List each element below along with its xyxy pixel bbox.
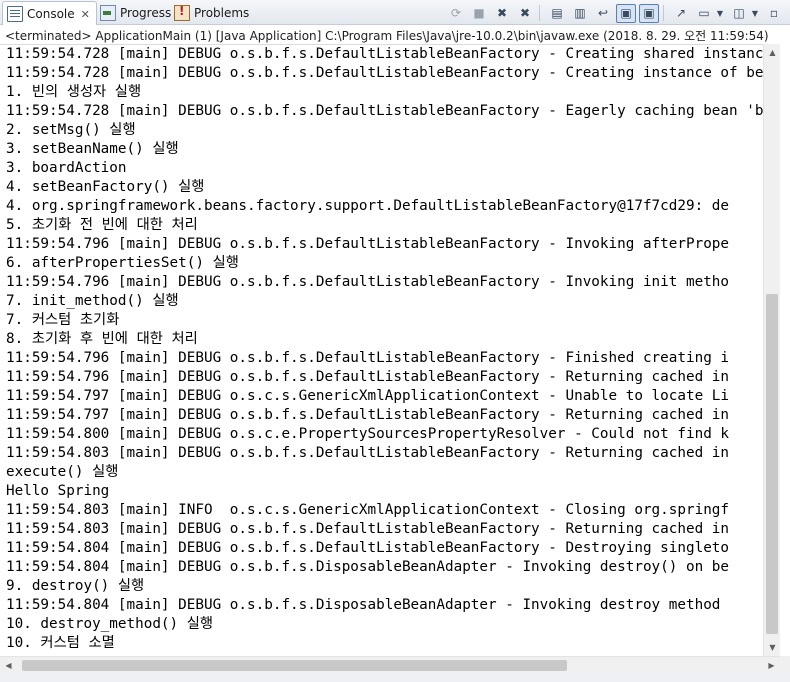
remove-all-icon[interactable]: ✖: [515, 4, 535, 23]
console-line: 11:59:54.796 [main] DEBUG o.s.b.f.s.Defa…: [6, 274, 730, 290]
console-line: 11:59:54.803 [main] DEBUG o.s.b.f.s.Defa…: [6, 521, 730, 537]
console-line: 11:59:54.728 [main] DEBUG o.s.b.f.s.Defa…: [6, 65, 763, 81]
console-line: 3. boardAction: [6, 160, 127, 176]
tab-console-label: Console: [27, 7, 75, 21]
console-line: 7. init_method() 실행: [6, 293, 179, 309]
horizontal-scrollbar[interactable]: ◀ ▶: [0, 656, 780, 673]
console-line: 11:59:54.804 [main] DEBUG o.s.b.f.s.Defa…: [6, 540, 730, 556]
console-line: 5. 초기화 전 빈에 대한 처리: [6, 217, 198, 233]
console-line: 11:59:54.803 [main] DEBUG o.s.b.f.s.Defa…: [6, 445, 730, 461]
console-line: 11:59:54.804 [main] DEBUG o.s.b.f.s.Disp…: [6, 559, 730, 575]
console-line: Hello Spring: [6, 483, 110, 499]
display-console-icon[interactable]: ▭: [694, 4, 714, 23]
console-line: 7. 커스텀 초기화: [6, 312, 120, 328]
console-line: 3. setBeanName() 실행: [6, 141, 179, 157]
console-line: 11:59:54.728 [main] DEBUG o.s.b.f.s.Defa…: [6, 103, 763, 119]
console-line: 4. org.springframework.beans.factory.sup…: [6, 198, 730, 214]
console-line: 11:59:54.796 [main] DEBUG o.s.b.f.s.Defa…: [6, 369, 730, 385]
console-line: 10. 커스텀 소멸: [6, 635, 115, 651]
show-on-stderr-icon[interactable]: ▣: [639, 3, 659, 23]
console-line: 11:59:54.800 [main] DEBUG o.s.c.e.Proper…: [6, 426, 730, 442]
console-line: 11:59:54.803 [main] INFO o.s.c.s.Generic…: [6, 502, 730, 518]
horizontal-scroll-thumb[interactable]: [22, 660, 567, 671]
view-tab-bar: Console ✕ Progress Problems ⟳ ■ ✖ ✖ ▤ ▥ …: [0, 0, 790, 26]
console-line: 1. 빈의 생성자 실행: [6, 84, 142, 100]
process-status-line: <terminated> ApplicationMain (1) [Java A…: [0, 25, 790, 44]
terminate-icon[interactable]: ■: [469, 4, 489, 23]
scroll-up-icon[interactable]: ▲: [764, 44, 781, 61]
tab-problems[interactable]: Problems: [170, 1, 255, 25]
clear-console-icon[interactable]: ▤: [547, 4, 567, 23]
console-line: execute() 실행: [6, 464, 119, 480]
show-on-stdout-icon[interactable]: ▣: [616, 3, 636, 23]
scroll-right-icon[interactable]: ▶: [763, 657, 780, 674]
console-line: 6. afterPropertiesSet() 실행: [6, 255, 239, 271]
remove-launch-icon[interactable]: ⟳: [446, 4, 466, 23]
console-line: 2. setMsg() 실행: [6, 122, 136, 138]
console-line: 10. destroy_method() 실행: [6, 616, 214, 632]
console-line: 9. destroy() 실행: [6, 578, 145, 594]
close-icon[interactable]: ✕: [81, 8, 90, 21]
tab-progress[interactable]: Progress: [96, 1, 177, 25]
word-wrap-icon[interactable]: ↩: [593, 4, 613, 23]
console-toolbar: ⟳ ■ ✖ ✖ ▤ ▥ ↩ ▣ ▣ ↗ ▭ ▼ ◫ ▼ ▫: [443, 3, 784, 23]
console-line: 11:59:54.797 [main] DEBUG o.s.b.f.s.Defa…: [6, 407, 730, 423]
pin-console-icon[interactable]: ↗: [671, 4, 691, 23]
scrollbar-corner: [780, 656, 790, 673]
open-console-icon[interactable]: ◫: [729, 4, 749, 23]
console-line: 11:59:54.797 [main] DEBUG o.s.c.s.Generi…: [6, 388, 730, 404]
console-line: 11:59:54.804 [main] DEBUG o.s.b.f.s.Disp…: [6, 597, 721, 613]
scroll-left-icon[interactable]: ◀: [0, 657, 17, 674]
remove-all-terminated-icon[interactable]: ✖: [492, 4, 512, 23]
console-line: 4. setBeanFactory() 실행: [6, 179, 205, 195]
chevron-down-icon[interactable]: ▼: [714, 4, 726, 23]
console-line: 11:59:54.796 [main] DEBUG o.s.b.f.s.Defa…: [6, 350, 730, 366]
console-line: 11:59:54.796 [main] DEBUG o.s.b.f.s.Defa…: [6, 236, 730, 252]
chevron-down-icon[interactable]: ▼: [749, 4, 761, 23]
vertical-scrollbar[interactable]: ▲ ▼: [763, 44, 780, 656]
minimize-icon[interactable]: ▫: [764, 4, 784, 23]
vertical-scroll-thumb[interactable]: [766, 294, 778, 634]
console-line: 8. 초기화 후 빈에 대한 처리: [6, 331, 198, 347]
console-output[interactable]: 11:59:54.728 [main] DEBUG o.s.b.f.s.Defa…: [0, 44, 763, 656]
problems-icon: [174, 4, 190, 21]
tab-progress-label: Progress: [120, 6, 172, 20]
tab-problems-label: Problems: [194, 6, 250, 20]
toolbar-separator: [663, 5, 664, 21]
console-line: 11:59:54.728 [main] DEBUG o.s.b.f.s.Defa…: [6, 46, 763, 62]
progress-icon: [100, 5, 116, 21]
scroll-down-icon[interactable]: ▼: [764, 639, 781, 656]
window-bottom-edge: [0, 673, 790, 682]
console-icon: [7, 6, 23, 22]
tab-console[interactable]: Console ✕: [2, 1, 97, 26]
scroll-lock-icon[interactable]: ▥: [570, 4, 590, 23]
toolbar-separator: [539, 5, 540, 21]
